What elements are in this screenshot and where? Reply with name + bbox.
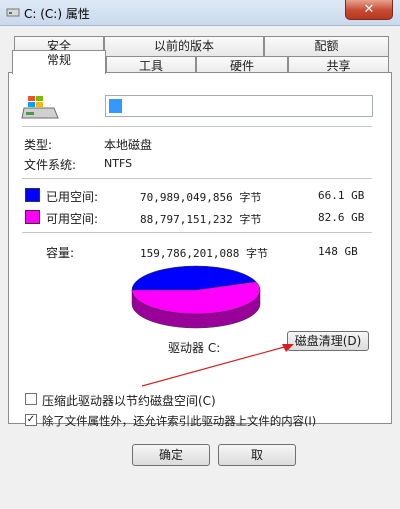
- window-title: C: (C:) 属性: [24, 7, 90, 21]
- drive-name-input[interactable]: [105, 95, 373, 117]
- separator: [22, 178, 372, 179]
- compress-checkbox[interactable]: [25, 393, 37, 405]
- filesystem-value: NTFS: [104, 157, 133, 170]
- free-space-size: 82.6 GB: [318, 211, 365, 224]
- ok-button[interactable]: 确定: [132, 444, 210, 466]
- type-label: 类型:: [24, 138, 53, 152]
- tab-general[interactable]: 常规: [12, 50, 106, 74]
- windows-drive-icon: [21, 96, 59, 119]
- type-value: 本地磁盘: [104, 138, 153, 152]
- tab-previous-versions[interactable]: 以前的版本: [104, 36, 264, 56]
- filesystem-label: 文件系统:: [24, 158, 77, 172]
- free-space-swatch: [25, 210, 40, 224]
- close-button[interactable]: ✕: [345, 0, 393, 20]
- separator: [22, 232, 372, 233]
- tab-quota[interactable]: 配额: [264, 36, 389, 56]
- capacity-size: 148 GB: [318, 245, 358, 258]
- used-space-bytes: 70,989,049,856 字节: [140, 191, 262, 204]
- annotation-arrow: [141, 344, 294, 387]
- separator: [22, 126, 372, 127]
- index-checkbox[interactable]: ✓: [25, 414, 37, 426]
- free-space-label: 可用空间:: [46, 212, 99, 226]
- used-space-size: 66.1 GB: [318, 189, 365, 202]
- disk-usage-pie: [131, 265, 261, 329]
- capacity-label: 容量:: [46, 246, 75, 260]
- cancel-button[interactable]: 取: [218, 444, 296, 466]
- capacity-bytes: 159,786,201,088 字节: [140, 247, 268, 260]
- compress-checkbox-label: 压缩此驱动器以节约磁盘空间(C): [42, 394, 216, 408]
- title-bar: C: (C:) 属性 ✕: [0, 0, 400, 26]
- index-checkbox-label: 除了文件属性外，还允许索引此驱动器上文件的内容(I): [42, 414, 317, 428]
- drive-icon: [6, 8, 20, 17]
- used-space-label: 已用空间:: [46, 190, 99, 204]
- free-space-bytes: 88,797,151,232 字节: [140, 213, 262, 226]
- used-space-swatch: [25, 188, 40, 202]
- drive-name-selection: [109, 99, 122, 113]
